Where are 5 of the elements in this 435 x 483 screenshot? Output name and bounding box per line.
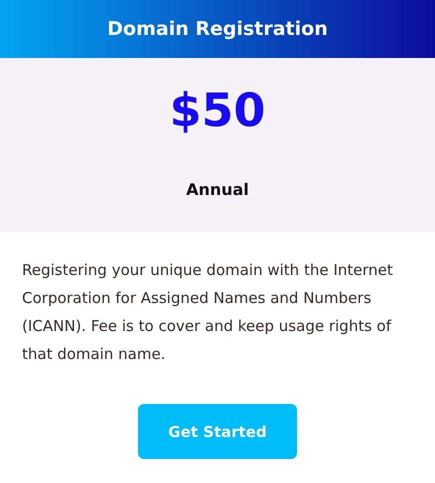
price-amount: $50 bbox=[169, 82, 266, 138]
billing-period: Annual bbox=[186, 180, 249, 199]
card-title: Domain Registration bbox=[107, 18, 328, 40]
get-started-button[interactable]: Get Started bbox=[138, 404, 297, 459]
description-text: Registering your unique domain with the Internet Corporation for Assigned Names and Numbers (ICANN). Fee is to cover and keep usage rights of that domain name. bbox=[22, 260, 394, 365]
